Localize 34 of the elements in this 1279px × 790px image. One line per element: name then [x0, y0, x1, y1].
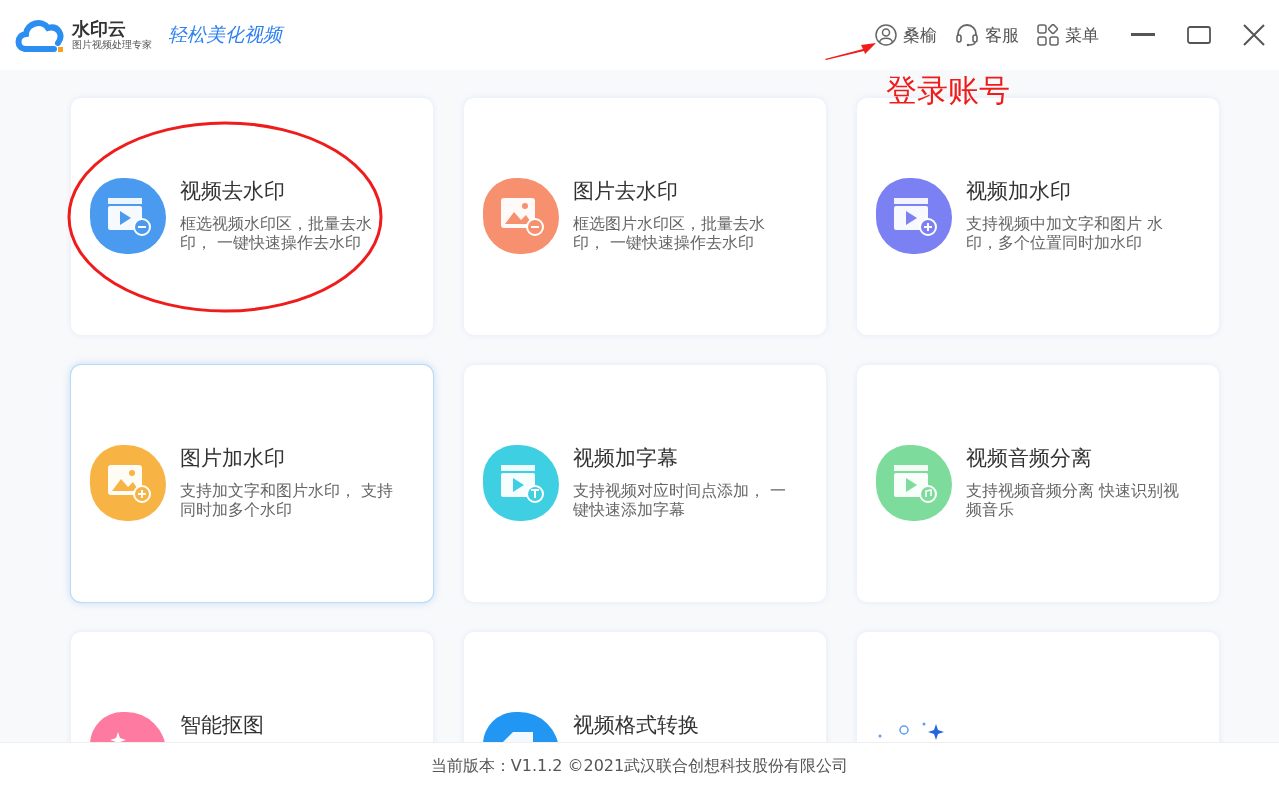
headset-icon — [955, 23, 979, 47]
card-description: 支持视频音频分离 快速识别视频音乐 — [966, 481, 1181, 519]
card-description: 框选图片水印区，批量去水印， 一键快速操作去水印 — [573, 214, 766, 252]
feature-card[interactable]: 图片加水印 支持加文字和图片水印， 支持同时加多个水印 — [71, 365, 433, 602]
feature-card[interactable]: 智能抠图 — [71, 632, 433, 742]
version-text: 当前版本：V1.1.2 ©2021武汉联合创想科技股份有限公司 — [430, 756, 849, 777]
feature-card[interactable]: 视频音频分离 支持视频音频分离 快速识别视频音乐 — [857, 365, 1219, 602]
card-title: 视频去水印 — [180, 178, 286, 204]
card-title: 视频格式转换 — [573, 712, 700, 738]
card-title: 智能抠图 — [180, 712, 265, 738]
card-description: 支持视频中加文字和图片 水印，多个位置同时加水印 — [966, 214, 1165, 252]
logo-name: 水印云 — [72, 19, 127, 39]
close-icon[interactable] — [1243, 24, 1265, 46]
card-description: 支持加文字和图片水印， 支持同时加多个水印 — [180, 481, 395, 519]
feature-card[interactable]: 图片去水印 框选图片水印区，批量去水印， 一键快速操作去水印 — [464, 98, 826, 335]
card-description: 支持视频对应时间点添加， 一键快速添加字幕 — [573, 481, 788, 519]
card-title: 图片加水印 — [180, 445, 286, 471]
menu-icon — [1037, 24, 1059, 46]
maximize-icon[interactable] — [1187, 26, 1211, 44]
card-title: 视频加水印 — [966, 178, 1072, 204]
annotation-arrow — [825, 41, 877, 61]
feature-card[interactable]: 视频去水印 框选视频水印区，批量去水印， 一键快速操作去水印 — [71, 98, 433, 335]
feature-card[interactable]: 视频加字幕 支持视频对应时间点添加， 一键快速添加字幕 — [464, 365, 826, 602]
menu-button[interactable]: 菜单 — [1037, 23, 1099, 47]
user-icon — [875, 24, 897, 46]
user-button[interactable]: 桑榆 — [875, 23, 937, 47]
card-title: 视频音频分离 — [966, 445, 1093, 471]
card-title: 图片去水印 — [573, 178, 679, 204]
card-description: 框选视频水印区，批量去水印， 一键快速操作去水印 — [180, 214, 373, 252]
logo-tagline: 图片视频处理专家 — [72, 39, 152, 51]
feature-card[interactable]: 视频格式转换 — [464, 632, 826, 742]
minimize-icon[interactable] — [1131, 33, 1155, 37]
service-button[interactable]: 客服 — [955, 23, 1019, 47]
card-title: 视频加字幕 — [573, 445, 679, 471]
